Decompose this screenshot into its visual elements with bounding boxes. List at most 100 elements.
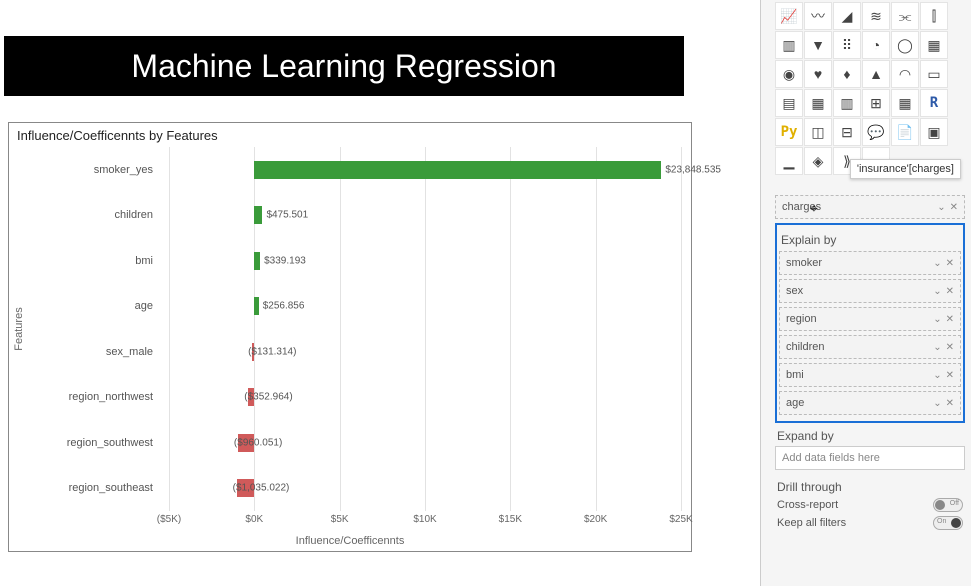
- bar-row: children$475.501: [169, 201, 681, 229]
- ribbon-chart-icon[interactable]: ≋: [862, 2, 890, 30]
- card-icon[interactable]: ▤: [775, 89, 803, 117]
- chevron-down-icon[interactable]: ⌄: [933, 258, 941, 269]
- bar[interactable]: [254, 206, 262, 224]
- x-tick-label: $15K: [499, 514, 522, 525]
- qa-icon[interactable]: 💬: [862, 118, 890, 146]
- decomposition-icon[interactable]: ⊟: [833, 118, 861, 146]
- donut-icon[interactable]: ◯: [891, 31, 919, 59]
- bar-row: region_southeast($1,035.022): [169, 474, 681, 502]
- x-tick-label: $5K: [331, 514, 349, 525]
- category-label: smoker_yes: [9, 164, 159, 176]
- treemap-icon[interactable]: ▦: [920, 31, 948, 59]
- python-icon[interactable]: Py: [775, 118, 803, 146]
- cross-report-label: Cross-report: [777, 499, 838, 511]
- combo-stacked-icon[interactable]: ⫿: [920, 2, 948, 30]
- area-chart-icon[interactable]: 〰: [804, 2, 832, 30]
- category-label: region_northwest: [9, 391, 159, 403]
- drill-through-label: Drill through: [777, 480, 965, 494]
- regression-chart[interactable]: Influence/Coefficennts by Features Featu…: [8, 122, 692, 552]
- bar-row: region_northwest($352.964): [169, 383, 681, 411]
- remove-field-icon[interactable]: ✕: [950, 202, 958, 213]
- bar[interactable]: [254, 161, 661, 179]
- narrative-icon[interactable]: 📄: [891, 118, 919, 146]
- value-label: $475.501: [266, 210, 308, 221]
- keep-filters-toggle[interactable]: On: [933, 516, 963, 530]
- field-tooltip: 'insurance'[charges]: [850, 159, 961, 179]
- gauge-icon[interactable]: ◠: [891, 60, 919, 88]
- cross-report-toggle[interactable]: Off: [933, 498, 963, 512]
- table2-icon[interactable]: ▦: [891, 89, 919, 117]
- r-script-icon[interactable]: R: [920, 89, 948, 117]
- kpi-icon[interactable]: ▭: [920, 60, 948, 88]
- explain-field-smoker[interactable]: smoker⌄✕: [779, 251, 961, 275]
- funnel-icon[interactable]: ▼: [804, 31, 832, 59]
- stacked-area-icon[interactable]: ◢: [833, 2, 861, 30]
- field-label: age: [786, 397, 804, 409]
- x-tick-label: ($5K): [157, 514, 181, 525]
- x-axis-label: Influence/Coefficennts: [9, 535, 691, 547]
- scatter-icon[interactable]: ⠿: [833, 31, 861, 59]
- bar[interactable]: [254, 297, 258, 315]
- bar-row: smoker_yes$23,848.535: [169, 156, 681, 184]
- remove-field-icon[interactable]: ✕: [946, 342, 954, 353]
- chevron-down-icon[interactable]: ⌄: [933, 398, 941, 409]
- remove-field-icon[interactable]: ✕: [946, 314, 954, 325]
- explain-by-label: Explain by: [781, 233, 961, 247]
- chevron-down-icon[interactable]: ⌄: [933, 342, 941, 353]
- powerapps-icon[interactable]: ◈: [804, 147, 832, 175]
- explain-field-children[interactable]: children ⌄ ✕: [779, 335, 961, 359]
- key-influencer-icon[interactable]: ◫: [804, 118, 832, 146]
- explain-field-age[interactable]: age ⌄ ✕: [779, 391, 961, 415]
- chevron-down-icon[interactable]: ⌄: [937, 202, 945, 213]
- remove-field-icon[interactable]: ✕: [946, 286, 954, 297]
- azure-map-icon[interactable]: ▲: [862, 60, 890, 88]
- analyze-field-label: charges: [782, 201, 821, 213]
- matrix-icon[interactable]: ▥: [833, 89, 861, 117]
- keep-filters-label: Keep all filters: [777, 517, 846, 529]
- analyze-field-well[interactable]: charges ⌖ ⌄ ✕: [775, 195, 965, 219]
- explain-field-region[interactable]: region⌄✕: [779, 307, 961, 331]
- field-label: children: [786, 341, 825, 353]
- grid-line: [681, 147, 682, 511]
- category-label: age: [9, 300, 159, 312]
- remove-field-icon[interactable]: ✕: [946, 258, 954, 269]
- category-label: bmi: [9, 255, 159, 267]
- remove-field-icon[interactable]: ✕: [946, 398, 954, 409]
- explain-field-bmi[interactable]: bmi ⌄ ✕: [779, 363, 961, 387]
- chevron-down-icon[interactable]: ⌄: [933, 314, 941, 325]
- value-label: $256.856: [263, 301, 305, 312]
- pie-icon[interactable]: ◔: [862, 31, 890, 59]
- bar-row: age$256.856: [169, 292, 681, 320]
- globe-icon[interactable]: ◉: [775, 60, 803, 88]
- field-label: bmi: [786, 369, 804, 381]
- page-title-banner: Machine Learning Regression: [4, 36, 684, 96]
- shape-map-icon[interactable]: ♦: [833, 60, 861, 88]
- bar-row: bmi$339.193: [169, 247, 681, 275]
- chart-title: Influence/Coefficennts by Features: [9, 123, 691, 145]
- expand-by-label: Expand by: [777, 429, 965, 443]
- expand-by-well[interactable]: Add data fields here: [775, 446, 965, 470]
- explain-field-sex[interactable]: sex⌄✕: [779, 279, 961, 303]
- filled-map-icon[interactable]: ♥: [804, 60, 832, 88]
- sparkline-icon[interactable]: ▁: [775, 147, 803, 175]
- chevron-down-icon[interactable]: ⌄: [933, 370, 941, 381]
- remove-field-icon[interactable]: ✕: [946, 370, 954, 381]
- x-tick-label: $20K: [584, 514, 607, 525]
- paginated-icon[interactable]: ▣: [920, 118, 948, 146]
- category-label: children: [9, 209, 159, 221]
- value-label: $339.193: [264, 255, 306, 266]
- combo-chart-icon[interactable]: ⫘: [891, 2, 919, 30]
- bar[interactable]: [254, 252, 260, 270]
- x-tick-label: $0K: [245, 514, 263, 525]
- table-icon[interactable]: ⊞: [862, 89, 890, 117]
- line-chart-icon[interactable]: 📈: [775, 2, 803, 30]
- x-tick-label: $10K: [413, 514, 436, 525]
- bar-chart-icon[interactable]: ▥: [775, 31, 803, 59]
- chevron-down-icon[interactable]: ⌄: [933, 286, 941, 297]
- explain-by-section: Explain by smoker⌄✕sex⌄✕region⌄✕children…: [775, 223, 965, 423]
- y-axis-label: Features: [13, 307, 25, 350]
- visualization-picker[interactable]: 📈〰◢≋⫘⫿▥▼⠿◔◯▦◉♥♦▲◠▭▤▦▥⊞▦RPy◫⊟💬📄▣▁◈⟫⋯: [775, 0, 965, 181]
- x-tick-label: $25K: [669, 514, 692, 525]
- multi-card-icon[interactable]: ▦: [804, 89, 832, 117]
- bar-row: region_southwest($960.051): [169, 429, 681, 457]
